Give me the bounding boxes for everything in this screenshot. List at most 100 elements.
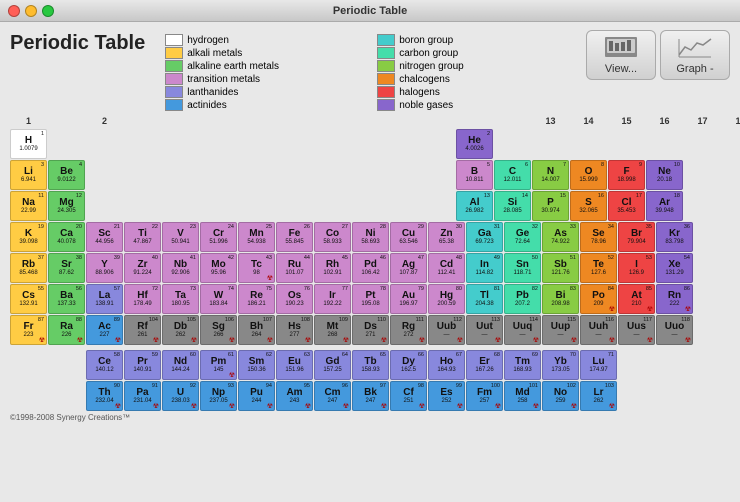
- element-Pu[interactable]: 94 Pu 244 ☢: [238, 381, 275, 411]
- element-Au[interactable]: 79 Au 196.97: [390, 284, 427, 314]
- element-F[interactable]: 9 F 18.998: [608, 160, 645, 190]
- element-Sg[interactable]: 106 Sg 266 ☢: [200, 315, 237, 345]
- element-Ti[interactable]: 22 Ti 47.867: [124, 222, 161, 252]
- element-Uut[interactable]: 113 Uut — ☢: [466, 315, 503, 345]
- element-V[interactable]: 23 V 50.941: [162, 222, 199, 252]
- element-Db[interactable]: 105 Db 262 ☢: [162, 315, 199, 345]
- element-Ne[interactable]: 10 Ne 20.18: [646, 160, 683, 190]
- element-Ba[interactable]: 56 Ba 137.33: [48, 284, 85, 314]
- element-Uus[interactable]: 117 Uus — ☢: [618, 315, 655, 345]
- element-Gd[interactable]: 64 Gd 157.25: [314, 350, 351, 380]
- element-Sr[interactable]: 38 Sr 87.62: [48, 253, 85, 283]
- element-Pm[interactable]: 61 Pm 145 ☢: [200, 350, 237, 380]
- element-Po[interactable]: 84 Po 209 ☢: [580, 284, 617, 314]
- element-Pb[interactable]: 82 Pb 207.2: [504, 284, 541, 314]
- element-Ge[interactable]: 32 Ge 72.64: [504, 222, 541, 252]
- element-Tb[interactable]: 65 Tb 158.93: [352, 350, 389, 380]
- element-Na[interactable]: 11 Na 22.99: [10, 191, 47, 221]
- element-Er[interactable]: 68 Er 167.26: [466, 350, 503, 380]
- view-button[interactable]: View...: [586, 30, 656, 80]
- element-Se[interactable]: 34 Se 78.96: [580, 222, 617, 252]
- element-Sc[interactable]: 21 Sc 44.956: [86, 222, 123, 252]
- element-Tc[interactable]: 43 Tc 98 ☢: [238, 253, 275, 283]
- element-Uuo[interactable]: 118 Uuo — ☢: [656, 315, 693, 345]
- element-As[interactable]: 33 As 74.922: [542, 222, 579, 252]
- element-Nb[interactable]: 41 Nb 92.906: [162, 253, 199, 283]
- element-Rf[interactable]: 104 Rf 261 ☢: [124, 315, 161, 345]
- element-Cl[interactable]: 17 Cl 35.453: [608, 191, 645, 221]
- element-Li[interactable]: 3 Li 6.941: [10, 160, 47, 190]
- element-Ce[interactable]: 58 Ce 140.12: [86, 350, 123, 380]
- element-Bh[interactable]: 107 Bh 264 ☢: [238, 315, 275, 345]
- close-button[interactable]: [8, 5, 20, 17]
- element-Sm[interactable]: 62 Sm 150.36: [238, 350, 275, 380]
- element-Uuq[interactable]: 114 Uuq — ☢: [504, 315, 541, 345]
- element-N[interactable]: 7 N 14.007: [532, 160, 569, 190]
- graph-button[interactable]: Graph -: [660, 30, 730, 80]
- element-Ra[interactable]: 88 Ra 226 ☢: [48, 315, 85, 345]
- element-Rn[interactable]: 86 Rn 222 ☢: [656, 284, 693, 314]
- element-Xe[interactable]: 54 Xe 131.29: [656, 253, 693, 283]
- element-Yb[interactable]: 70 Yb 173.05: [542, 350, 579, 380]
- element-Lu[interactable]: 71 Lu 174.97: [580, 350, 617, 380]
- element-Lr[interactable]: 103 Lr 262 ☢: [580, 381, 617, 411]
- element-Co[interactable]: 27 Co 58.933: [314, 222, 351, 252]
- element-Ni[interactable]: 28 Ni 58.693: [352, 222, 389, 252]
- element-Rb[interactable]: 37 Rb 85.468: [10, 253, 47, 283]
- element-Tl[interactable]: 81 Tl 204.38: [466, 284, 503, 314]
- element-Rh[interactable]: 45 Rh 102.91: [314, 253, 351, 283]
- element-Dy[interactable]: 66 Dy 162.5: [390, 350, 427, 380]
- element-Ca[interactable]: 20 Ca 40.078: [48, 222, 85, 252]
- element-Ga[interactable]: 31 Ga 69.723: [466, 222, 503, 252]
- minimize-button[interactable]: [25, 5, 37, 17]
- element-Uuh[interactable]: 116 Uuh — ☢: [580, 315, 617, 345]
- element-Es[interactable]: 99 Es 252 ☢: [428, 381, 465, 411]
- element-U[interactable]: 92 U 238.03 ☢: [162, 381, 199, 411]
- element-Re[interactable]: 75 Re 186.21: [238, 284, 275, 314]
- element-Bi[interactable]: 83 Bi 208.98: [542, 284, 579, 314]
- element-W[interactable]: 74 W 183.84: [200, 284, 237, 314]
- element-Br[interactable]: 35 Br 79.904: [618, 222, 655, 252]
- element-B[interactable]: 5 B 10.811: [456, 160, 493, 190]
- element-Ar[interactable]: 18 Ar 39.948: [646, 191, 683, 221]
- element-Mg[interactable]: 12 Mg 24.305: [48, 191, 85, 221]
- element-Pr[interactable]: 59 Pr 140.91: [124, 350, 161, 380]
- element-Cm[interactable]: 96 Cm 247 ☢: [314, 381, 351, 411]
- element-H[interactable]: 1 H 1.0079: [10, 129, 47, 159]
- element-Ac-placeholder[interactable]: 89 Ac 227 ☢: [86, 315, 123, 345]
- element-Si[interactable]: 14 Si 28.085: [494, 191, 531, 221]
- element-Ta[interactable]: 73 Ta 180.95: [162, 284, 199, 314]
- element-Nd[interactable]: 60 Nd 144.24: [162, 350, 199, 380]
- element-Uup[interactable]: 115 Uup — ☢: [542, 315, 579, 345]
- element-La-placeholder[interactable]: 57 La 138.91: [86, 284, 123, 314]
- element-Uub[interactable]: 112 Uub — ☢: [428, 315, 465, 345]
- element-Cu[interactable]: 29 Cu 63.546: [390, 222, 427, 252]
- element-Pa[interactable]: 91 Pa 231.04 ☢: [124, 381, 161, 411]
- element-Ir[interactable]: 77 Ir 192.22: [314, 284, 351, 314]
- element-Bk[interactable]: 97 Bk 247 ☢: [352, 381, 389, 411]
- element-Cd[interactable]: 48 Cd 112.41: [428, 253, 465, 283]
- element-He[interactable]: 2 He 4.0026: [456, 129, 493, 159]
- element-Be[interactable]: 4 Be 9.0122: [48, 160, 85, 190]
- element-Pd[interactable]: 46 Pd 106.42: [352, 253, 389, 283]
- element-K[interactable]: 19 K 39.098: [10, 222, 47, 252]
- element-Tm[interactable]: 69 Tm 168.93: [504, 350, 541, 380]
- element-Sb[interactable]: 51 Sb 121.76: [542, 253, 579, 283]
- element-C[interactable]: 6 C 12.011: [494, 160, 531, 190]
- element-Md[interactable]: 101 Md 258 ☢: [504, 381, 541, 411]
- element-O[interactable]: 8 O 15.999: [570, 160, 607, 190]
- element-Hs[interactable]: 108 Hs 277 ☢: [276, 315, 313, 345]
- element-Am[interactable]: 95 Am 243 ☢: [276, 381, 313, 411]
- element-Hf[interactable]: 72 Hf 178.49: [124, 284, 161, 314]
- element-Cr[interactable]: 24 Cr 51.996: [200, 222, 237, 252]
- element-Np[interactable]: 93 Np 237.05 ☢: [200, 381, 237, 411]
- element-Mn[interactable]: 25 Mn 54.938: [238, 222, 275, 252]
- element-Cs[interactable]: 55 Cs 132.91: [10, 284, 47, 314]
- element-Th[interactable]: 90 Th 232.04 ☢: [86, 381, 123, 411]
- element-Te[interactable]: 52 Te 127.6: [580, 253, 617, 283]
- element-Ds[interactable]: 110 Ds 271 ☢: [352, 315, 389, 345]
- element-At[interactable]: 85 At 210 ☢: [618, 284, 655, 314]
- element-Mt[interactable]: 109 Mt 268 ☢: [314, 315, 351, 345]
- element-Fm[interactable]: 100 Fm 257 ☢: [466, 381, 503, 411]
- element-Eu[interactable]: 63 Eu 151.96: [276, 350, 313, 380]
